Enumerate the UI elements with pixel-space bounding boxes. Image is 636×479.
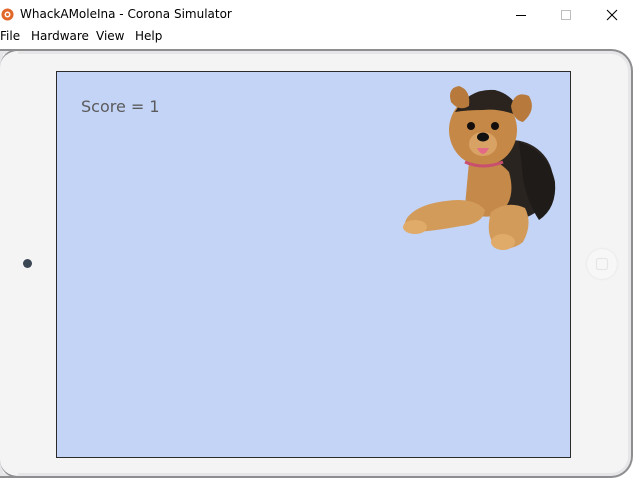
close-button[interactable]: [589, 0, 635, 30]
window-title: WhackAMoleIna - Corona Simulator: [20, 7, 232, 21]
menu-view[interactable]: View: [96, 29, 124, 43]
home-button-icon: [595, 257, 609, 271]
dog-right-paw: [491, 234, 515, 250]
dog-sprite[interactable]: [399, 82, 559, 252]
menu-file[interactable]: File: [0, 29, 20, 43]
minimize-icon: [516, 15, 526, 16]
minimize-button[interactable]: [498, 0, 544, 30]
maximize-icon: [561, 10, 571, 20]
menu-hardware[interactable]: Hardware: [31, 29, 89, 43]
dog-nose: [477, 132, 489, 142]
device-home-button[interactable]: [587, 249, 617, 279]
corona-app-icon: [1, 8, 14, 21]
dog-right-eye: [491, 122, 499, 130]
maximize-button[interactable]: [543, 0, 589, 30]
menu-bar: File Hardware View Help: [0, 28, 636, 47]
menu-help[interactable]: Help: [135, 29, 162, 43]
title-bar[interactable]: WhackAMoleIna - Corona Simulator: [0, 0, 636, 30]
dog-left-paw: [403, 220, 427, 234]
score-label: Score = 1: [81, 97, 160, 116]
game-screen[interactable]: Score = 1: [56, 71, 571, 458]
simulator-window: WhackAMoleIna - Corona Simulator File Ha…: [0, 0, 636, 479]
dog-left-eye: [467, 122, 475, 130]
device-frame-left-edge: [0, 49, 18, 478]
device-camera: [23, 259, 32, 268]
dog-left-ear: [450, 86, 470, 109]
close-icon: [606, 9, 618, 21]
